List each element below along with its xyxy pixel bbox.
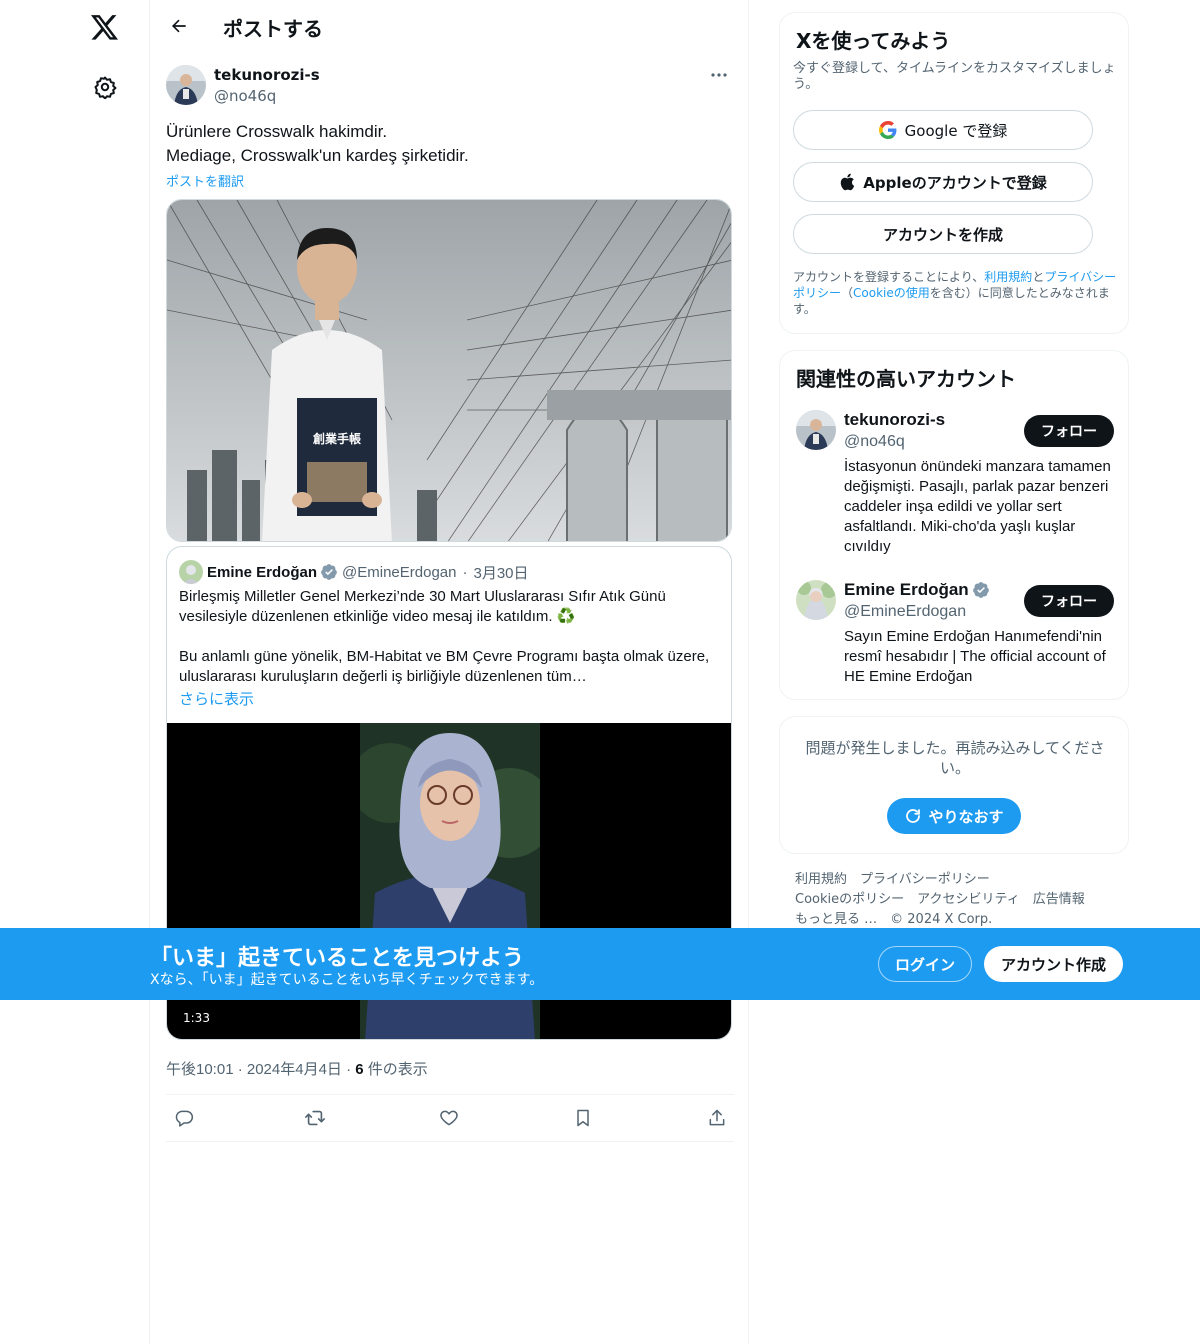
reply-icon[interactable] (166, 1100, 202, 1136)
quote-date: 3月30日 (473, 564, 529, 582)
legal-text: （ (841, 286, 854, 300)
create-account-button[interactable]: アカウントを作成 (793, 214, 1093, 254)
tweet-text: Ürünlere Crosswalk hakimdir. Mediage, Cr… (166, 120, 734, 168)
author-name[interactable]: tekunorozi-s (214, 66, 320, 84)
sidebar-footer: 利用規約 プライバシーポリシー Cookieのポリシー アクセシビリティ 広告情報 も… (795, 870, 1125, 930)
recs-title: 関連性の高いアカウント (796, 367, 1016, 391)
quote-author-handle: @EmineErdogan (342, 563, 457, 581)
google-signup-label: Google で登録 (904, 121, 1008, 140)
account-handle: @no46q (844, 433, 905, 450)
avatar[interactable] (796, 580, 836, 620)
account-name[interactable]: Emine Erdoğan (844, 580, 994, 600)
gear-icon[interactable] (80, 62, 130, 112)
quote-header: Emine Erdoğan @EmineErdogan · 3月30日 (179, 560, 529, 584)
account-name[interactable]: tekunorozi-s (844, 410, 945, 430)
share-icon[interactable] (699, 1100, 735, 1136)
quote-author-name: Emine Erdoğan (207, 563, 318, 581)
login-banner: 「いま」起きていることを見つけよう Xなら、「いま」起きていることをいち早くチェ… (0, 928, 1200, 1000)
apple-signup-button[interactable]: Appleのアカウントで登録 (793, 162, 1093, 202)
footer-link[interactable]: 利用規約 (795, 870, 847, 890)
tweet-text-line: Ürünlere Crosswalk hakimdir. (166, 122, 388, 141)
signup-card: Xを使ってみよう 今すぐ登録して、タイムラインをカスタマイズしましょう。 Goo… (779, 12, 1129, 334)
avatar[interactable] (166, 65, 206, 105)
divider (166, 1094, 734, 1095)
main-column: ポストする tekunorozi-s @no46q Ürünlere Cross… (149, 0, 749, 1344)
account-bio: Sayın Emine Erdoğan Hanımefendi'nin resm… (844, 628, 1106, 685)
account-handle: @EmineErdogan (844, 603, 967, 620)
legal-text: と (1032, 270, 1045, 284)
tweet-actions (166, 1100, 734, 1136)
arrow-left-icon[interactable] (162, 9, 196, 43)
page-title: ポストする (223, 17, 323, 41)
banner-title: 「いま」起きていることを見つけよう (150, 946, 525, 971)
footer-link[interactable]: Cookieのポリシー (795, 890, 904, 910)
footer-link[interactable]: 広告情報 (1033, 890, 1085, 910)
video-duration: 1:33 (177, 1009, 216, 1027)
legal-text: アカウントを登録することにより、 (793, 270, 985, 284)
signup-title: Xを使ってみよう (796, 29, 951, 53)
tweet-author: tekunorozi-s @no46q (166, 64, 734, 108)
signup-button[interactable]: アカウント作成 (984, 946, 1123, 982)
apple-signup-label: Appleのアカウントで登録 (863, 173, 1047, 192)
error-card: 問題が発生しました。再読み込みしてください。 やりなおす (779, 716, 1129, 854)
bookmark-icon[interactable] (565, 1100, 601, 1136)
tweet-timestamp[interactable]: 午後10:01 · 2024年4月4日 (166, 1061, 342, 1078)
legal-notice: アカウントを登録することにより、利用規約とプライバシーポリシー（Cookieの使… (793, 269, 1123, 317)
verified-badge-icon (972, 581, 990, 599)
signup-subtitle: 今すぐ登録して、タイムラインをカスタマイズしましょう。 (793, 61, 1116, 92)
recommended-accounts-card: 関連性の高いアカウント tekunorozi-s @no46q フォロー İst… (779, 350, 1129, 700)
app-root: ポストする tekunorozi-s @no46q Ürünlere Cross… (0, 0, 1200, 1344)
account-name-text: tekunorozi-s (844, 410, 946, 429)
follow-button[interactable]: フォロー (1024, 585, 1114, 617)
views-label: 件の表示 (363, 1061, 428, 1078)
retweet-icon[interactable] (297, 1100, 333, 1136)
copyright: © 2024 X Corp. (890, 912, 993, 927)
x-logo-icon[interactable] (80, 3, 130, 53)
follow-button[interactable]: フォロー (1024, 415, 1114, 447)
more-options-icon[interactable] (704, 64, 734, 86)
like-icon[interactable] (431, 1100, 467, 1136)
author-handle[interactable]: @no46q (214, 87, 276, 105)
login-button[interactable]: ログイン (878, 946, 972, 982)
quote-text: Birleşmiş Milletler Genel Merkezi’nde 30… (179, 587, 719, 687)
terms-link[interactable]: 利用規約 (984, 270, 1032, 284)
translate-link[interactable]: ポストを翻訳 (166, 171, 244, 190)
avatar (179, 560, 203, 584)
book-title: 創業手帳 (312, 431, 361, 446)
banner-subtitle: Xなら、「いま」起きていることをいち早くチェックできます。 (150, 972, 544, 988)
separator-dot: · (462, 563, 468, 581)
google-icon (878, 121, 897, 139)
show-more-link[interactable]: さらに表示 (179, 688, 254, 709)
error-message: 問題が発生しました。再読み込みしてください。 (805, 739, 1105, 777)
tweet-meta: 午後10:01 · 2024年4月4日 · 6 件の表示 (166, 1058, 428, 1079)
views-count: 6 (355, 1061, 364, 1078)
account-name-text: Emine Erdoğan (844, 580, 969, 599)
footer-link[interactable]: アクセシビリティ (917, 890, 1020, 910)
divider (166, 1141, 734, 1142)
page-header: ポストする (150, 0, 750, 53)
account-bio: İstasyonun önündeki manzara tamamen deği… (844, 458, 1111, 555)
cookie-link[interactable]: Cookieの使用 (853, 286, 930, 300)
google-signup-button[interactable]: Google で登録 (793, 110, 1093, 150)
verified-badge-icon (320, 563, 338, 581)
tweet-photo[interactable]: 創業手帳 (166, 199, 732, 542)
meta-separator: · (341, 1061, 356, 1078)
create-account-label: アカウントを作成 (882, 225, 1003, 244)
footer-link[interactable]: プライバシーポリシー (860, 870, 990, 890)
tweet-text-line: Mediage, Crosswalk'un kardeş şirketidir. (166, 146, 469, 165)
retry-button[interactable]: やりなおす (887, 798, 1021, 834)
avatar[interactable] (796, 410, 836, 450)
quote-paragraph: Birleşmiş Milletler Genel Merkezi’nde 30… (179, 588, 666, 625)
apple-icon (839, 173, 855, 191)
retry-label: やりなおす (928, 807, 1004, 826)
quote-paragraph: Bu anlamlı güne yönelik, BM-Habitat ve B… (179, 648, 710, 685)
footer-more-link[interactable]: もっと見る … (795, 910, 877, 930)
refresh-icon (906, 809, 921, 823)
